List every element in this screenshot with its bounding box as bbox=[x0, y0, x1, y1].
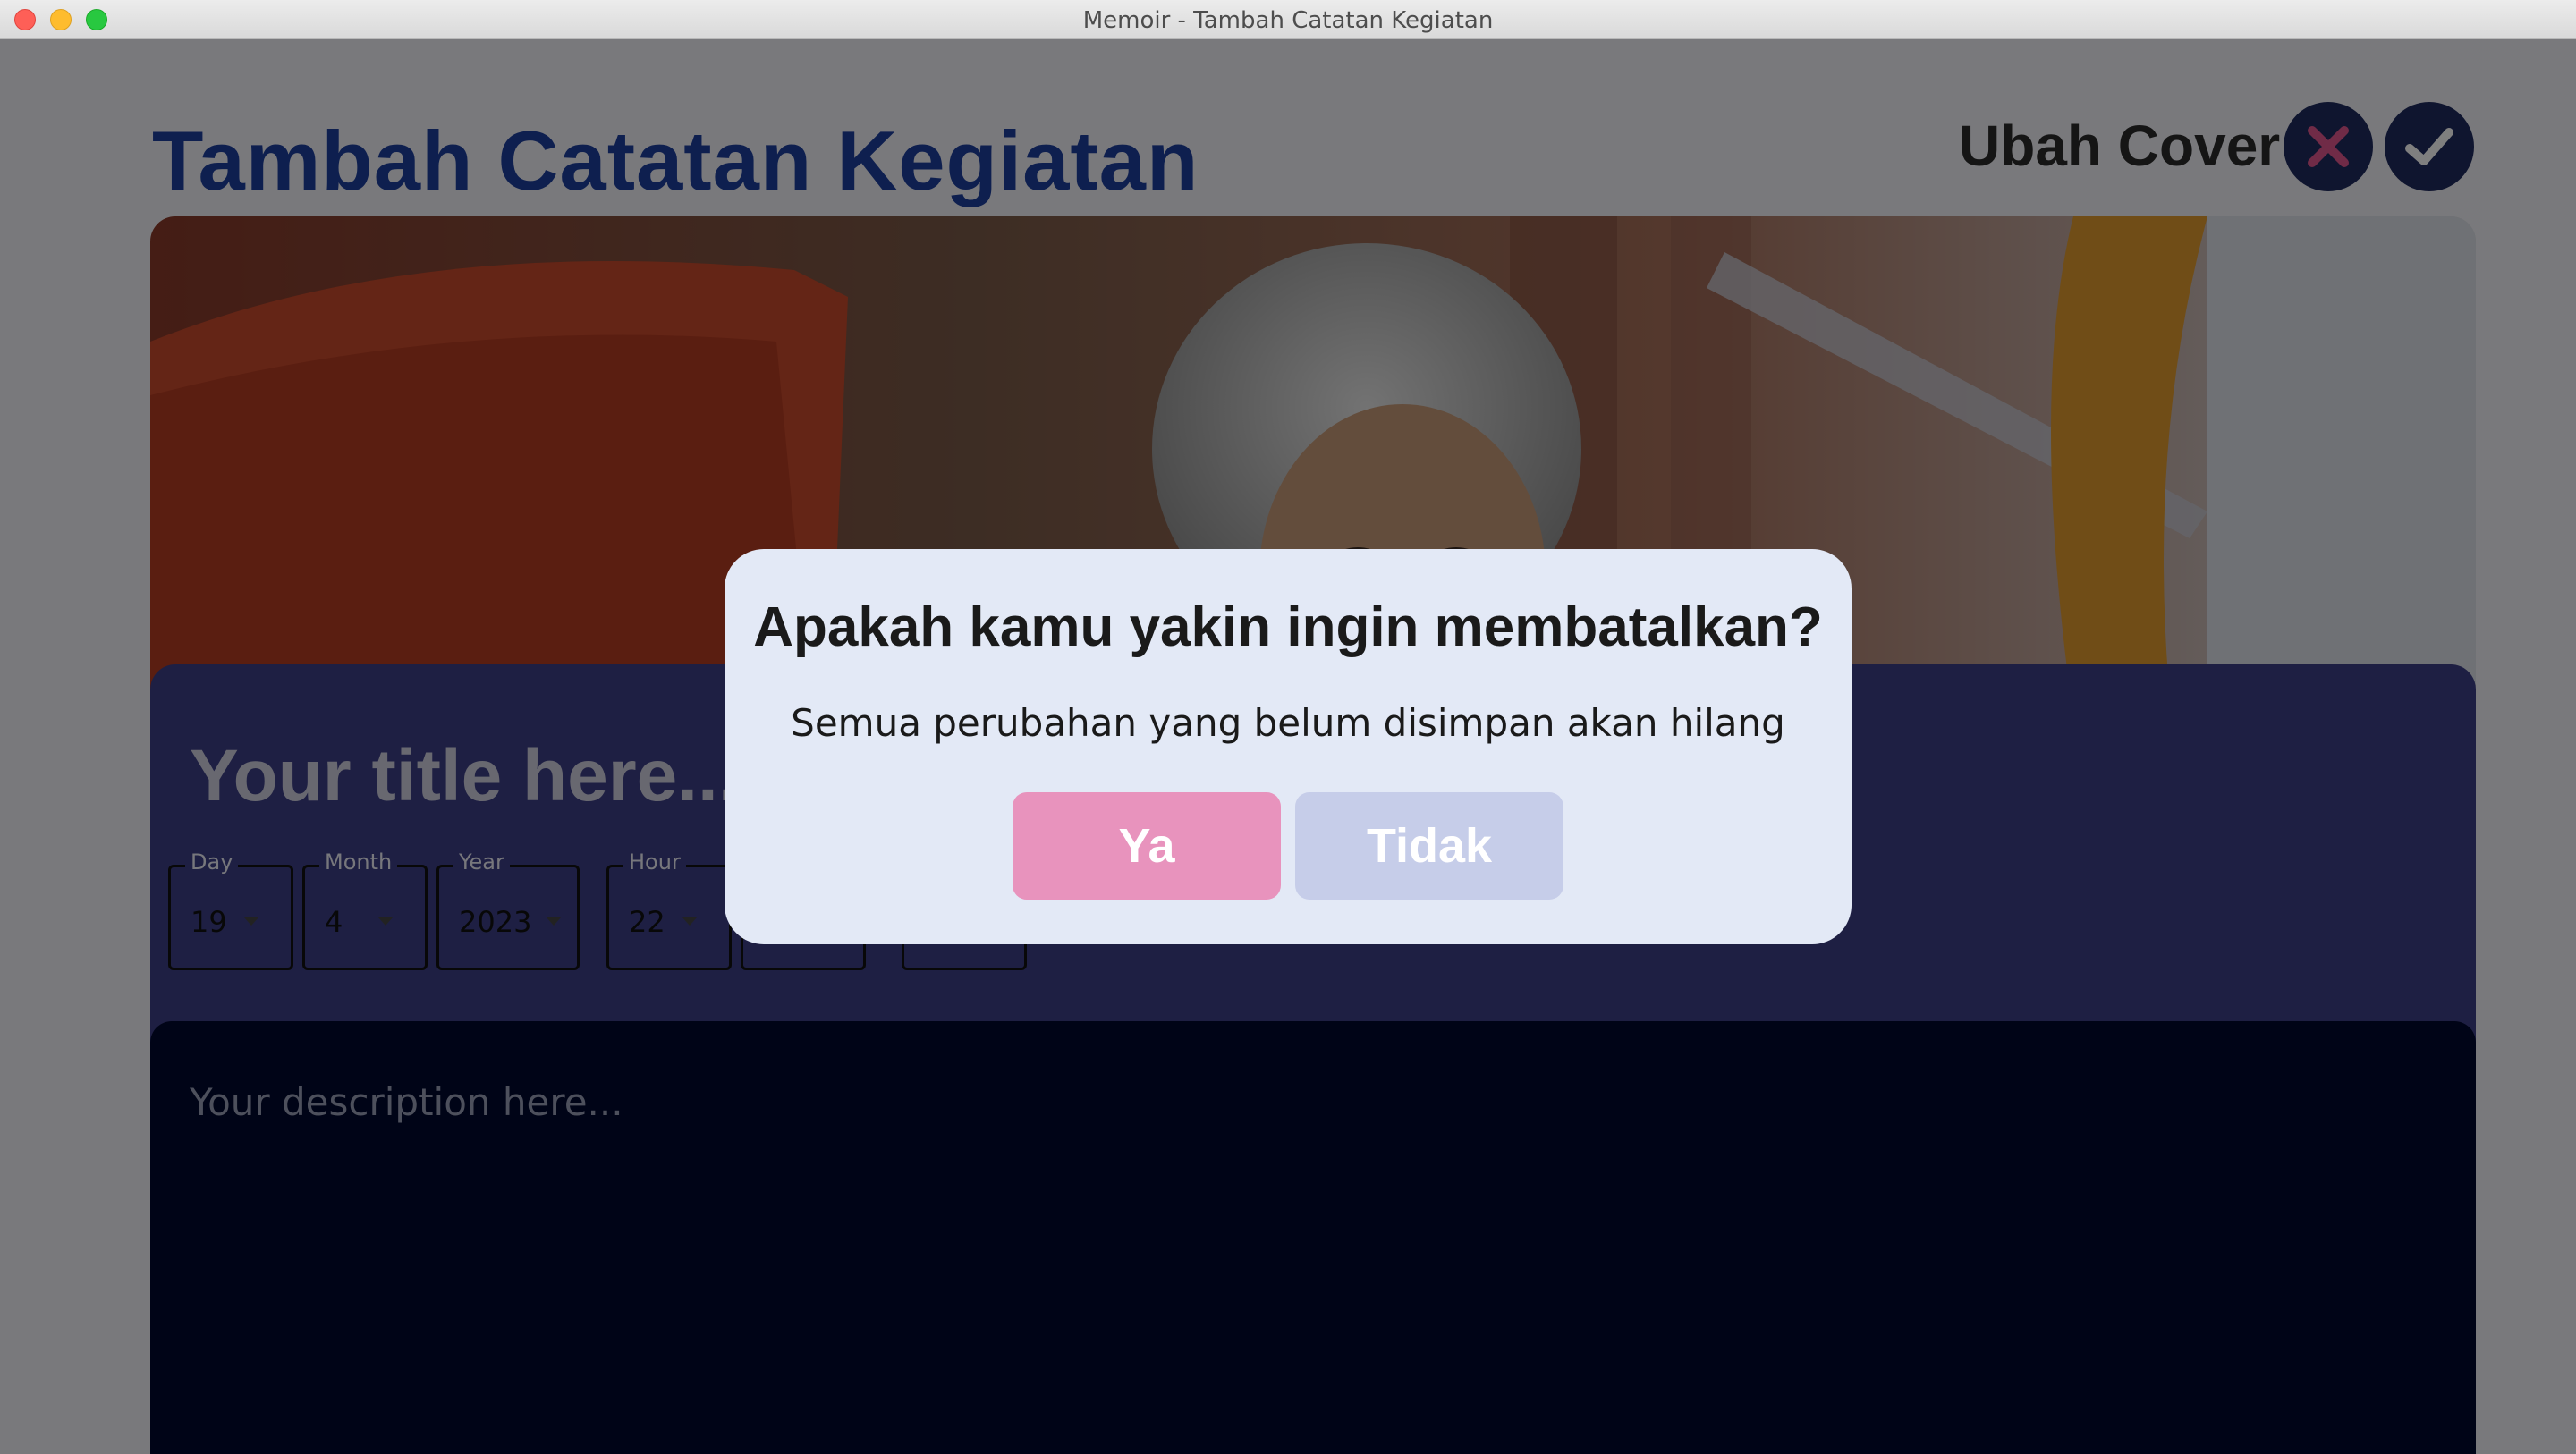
dialog-title: Apakah kamu yakin ingin membatalkan? bbox=[753, 596, 1823, 658]
dialog-message: Semua perubahan yang belum disimpan akan… bbox=[791, 701, 1785, 745]
yes-button[interactable]: Ya bbox=[1013, 792, 1281, 900]
window-titlebar: Memoir - Tambah Catatan Kegiatan bbox=[0, 0, 2576, 39]
confirm-cancel-dialog: Apakah kamu yakin ingin membatalkan? Sem… bbox=[724, 549, 1852, 944]
window-title: Memoir - Tambah Catatan Kegiatan bbox=[1082, 7, 1494, 34]
no-button[interactable]: Tidak bbox=[1295, 792, 1563, 900]
